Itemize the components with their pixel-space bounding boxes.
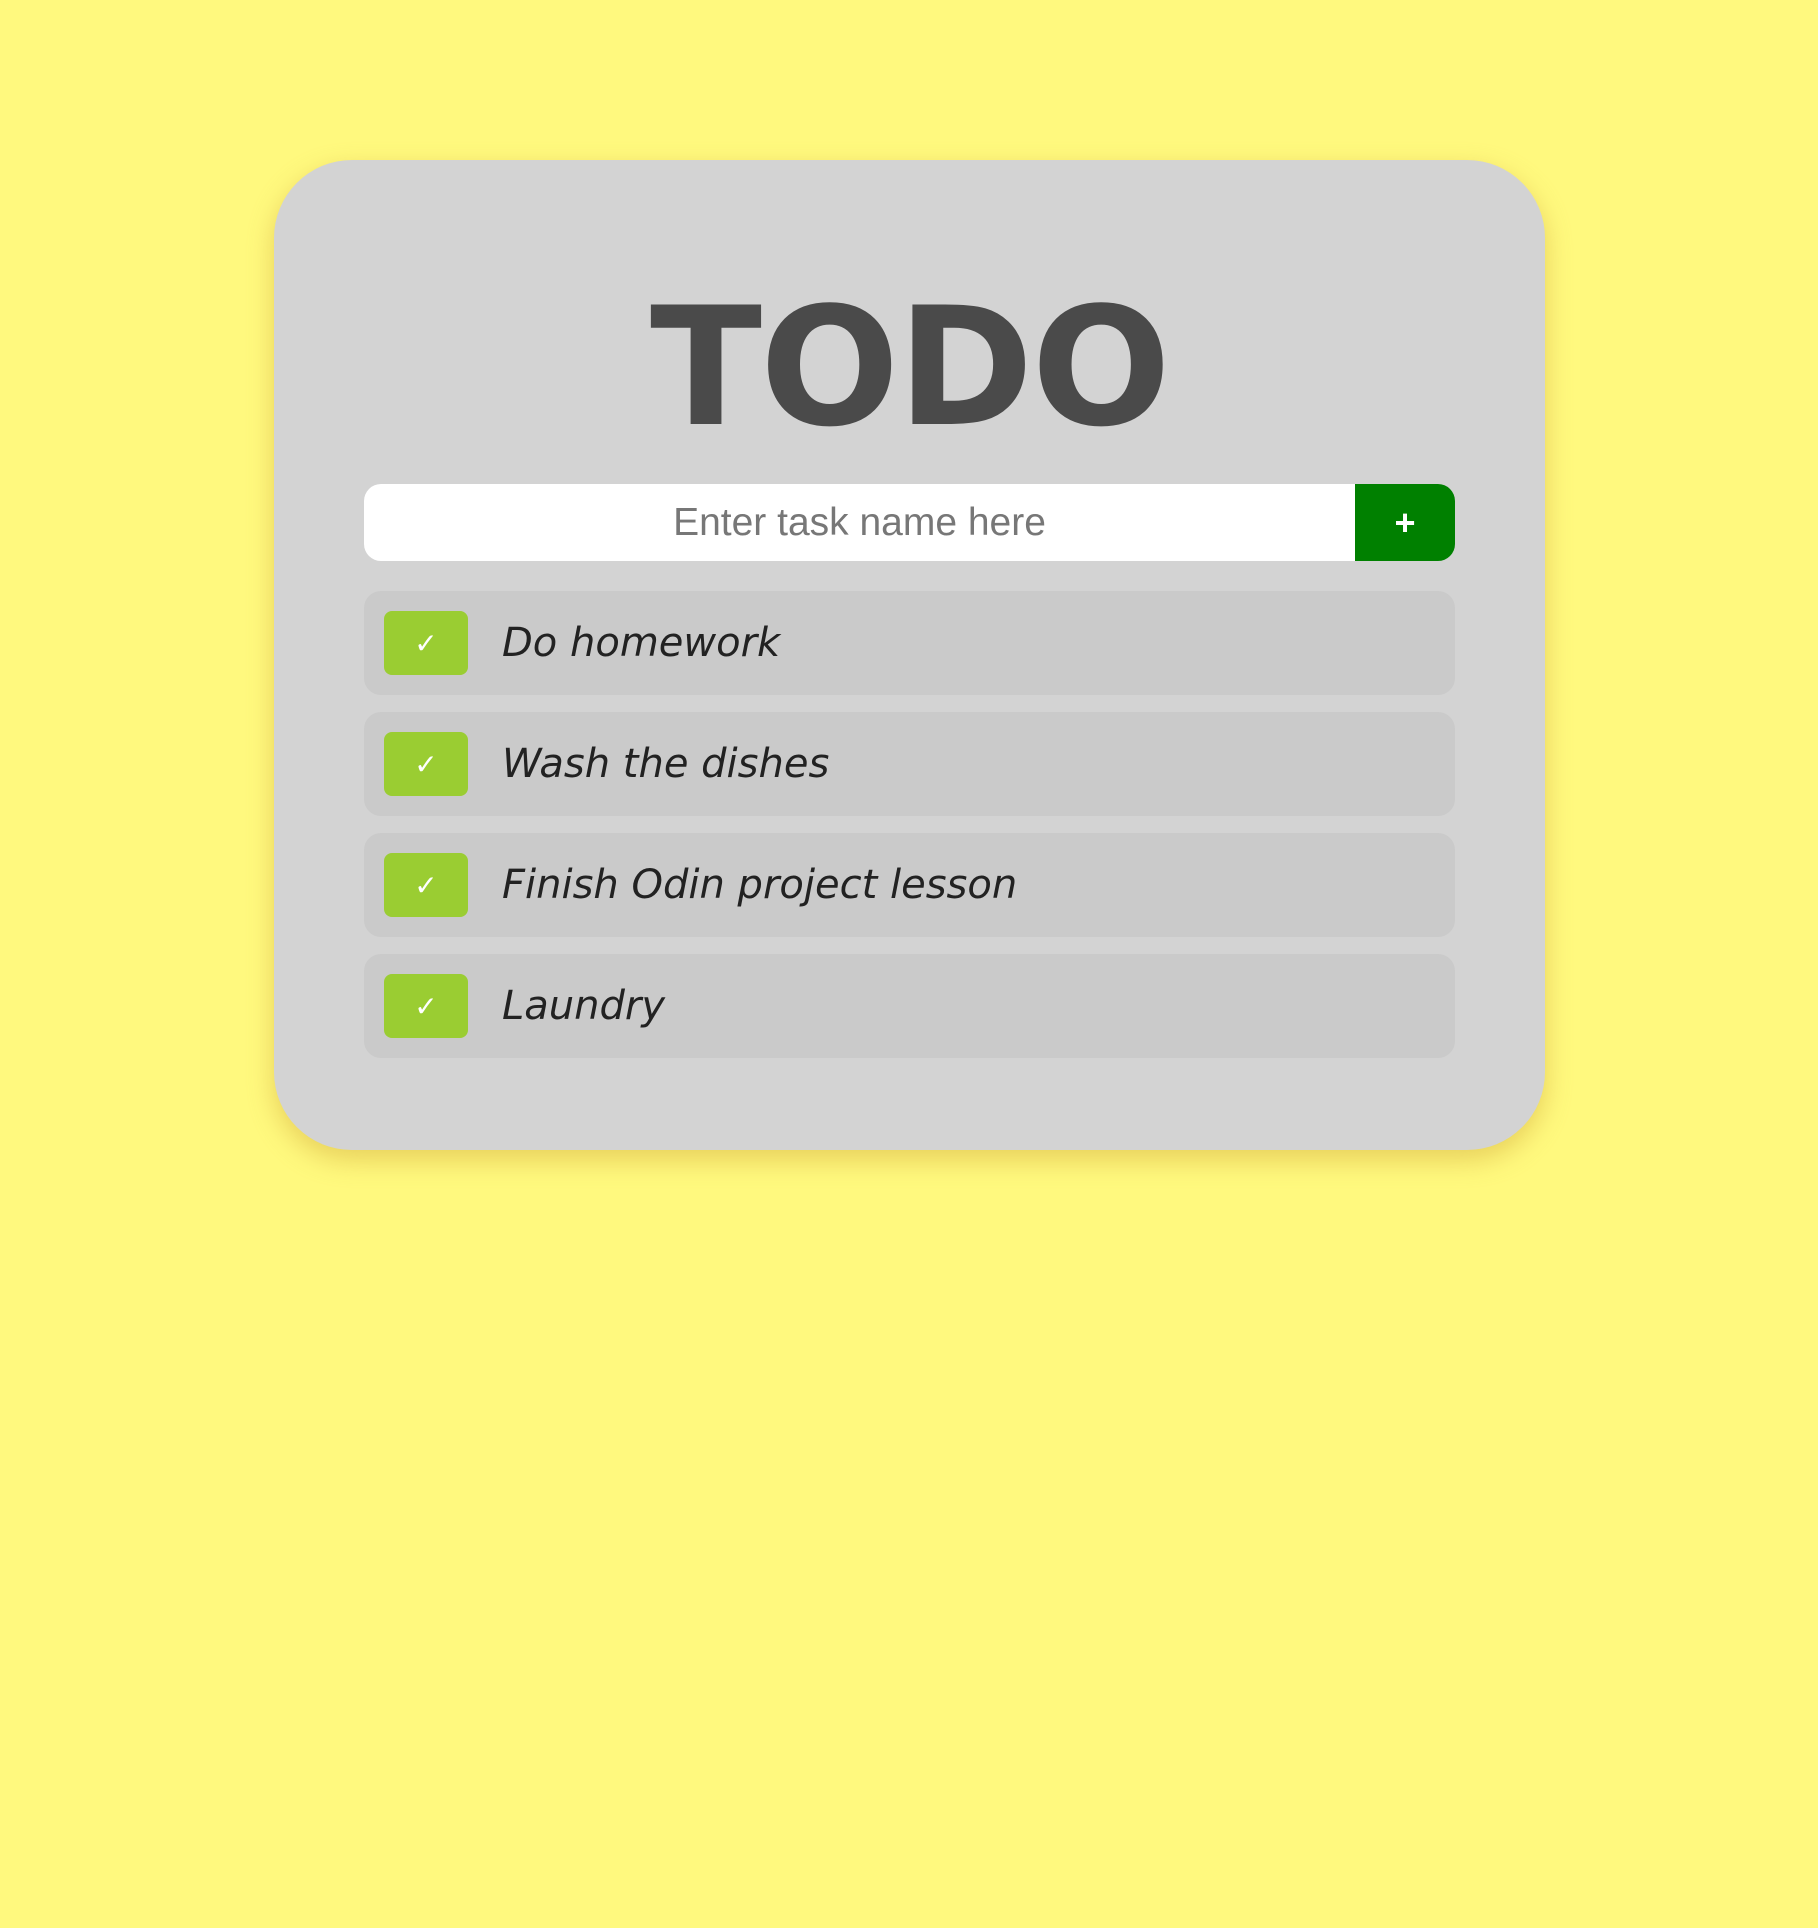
checkmark-icon: ✓ [414,868,438,902]
task-name-input[interactable] [364,484,1355,561]
checkmark-icon: ✓ [414,626,438,660]
add-task-row: + [364,484,1455,561]
todo-card: TODO + ✓ Do homework ✓ Wash the dishes ✓… [274,160,1545,1150]
add-task-button[interactable]: + [1355,484,1455,561]
complete-task-button[interactable]: ✓ [384,732,468,796]
task-list: ✓ Do homework ✓ Wash the dishes ✓ Finish… [364,591,1455,1075]
task-item: ✓ Laundry [364,954,1455,1058]
checkmark-icon: ✓ [414,989,438,1023]
plus-icon: + [1394,501,1416,543]
task-item: ✓ Finish Odin project lesson [364,833,1455,937]
task-item: ✓ Do homework [364,591,1455,695]
task-label: Laundry [502,983,666,1029]
complete-task-button[interactable]: ✓ [384,611,468,675]
task-label: Do homework [502,620,781,666]
page-title: TODO [650,272,1171,463]
checkmark-icon: ✓ [414,747,438,781]
task-item: ✓ Wash the dishes [364,712,1455,816]
complete-task-button[interactable]: ✓ [384,853,468,917]
complete-task-button[interactable]: ✓ [384,974,468,1038]
task-label: Finish Odin project lesson [502,862,1018,908]
task-label: Wash the dishes [502,741,830,787]
